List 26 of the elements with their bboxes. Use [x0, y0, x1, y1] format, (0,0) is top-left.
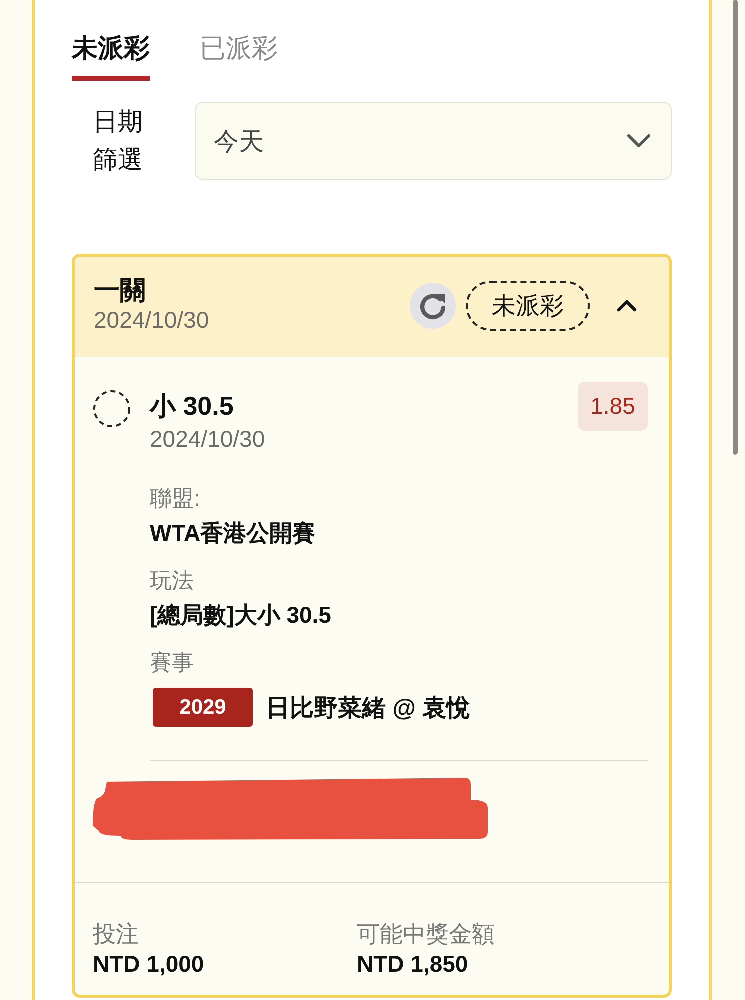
- odds-tag: 1.85: [578, 382, 648, 431]
- filter-label: 日期篩選: [93, 107, 143, 176]
- chevron-up-icon[interactable]: [617, 300, 637, 312]
- summary-value: NTD 1,000: [93, 950, 206, 979]
- date-select[interactable]: 今天: [195, 102, 672, 180]
- refresh-icon[interactable]: [410, 282, 456, 328]
- scrollbar-thumb[interactable]: [733, 0, 738, 455]
- summary-label: 可能中獎金額: [357, 920, 496, 949]
- card-date: 2024/10/30: [94, 306, 210, 335]
- summary-value: NTD 1,850: [357, 950, 470, 979]
- event-code: 2029: [153, 688, 253, 727]
- status-tag: 未派彩: [466, 280, 590, 330]
- tab[interactable]: 未派彩: [72, 0, 150, 81]
- card-title: 一關: [94, 275, 147, 305]
- detail-label: 聯盟:: [150, 485, 202, 513]
- dashed-circle-icon: [93, 390, 131, 428]
- selection-date: 2024/10/30: [150, 425, 266, 454]
- select-value: 今天: [214, 126, 264, 158]
- summary-label: 投注: [93, 920, 140, 949]
- selection-name: 小 30.5: [150, 390, 235, 422]
- detail-value: [總局數]大小 30.5: [150, 601, 332, 630]
- chevron-down-icon: [627, 134, 651, 148]
- detail-value: WTA香港公開賽: [150, 519, 317, 548]
- event-name: 日比野菜緒 @ 袁悅: [266, 694, 471, 724]
- detail-label: 玩法: [150, 567, 195, 595]
- detail-label: 賽事: [150, 649, 195, 677]
